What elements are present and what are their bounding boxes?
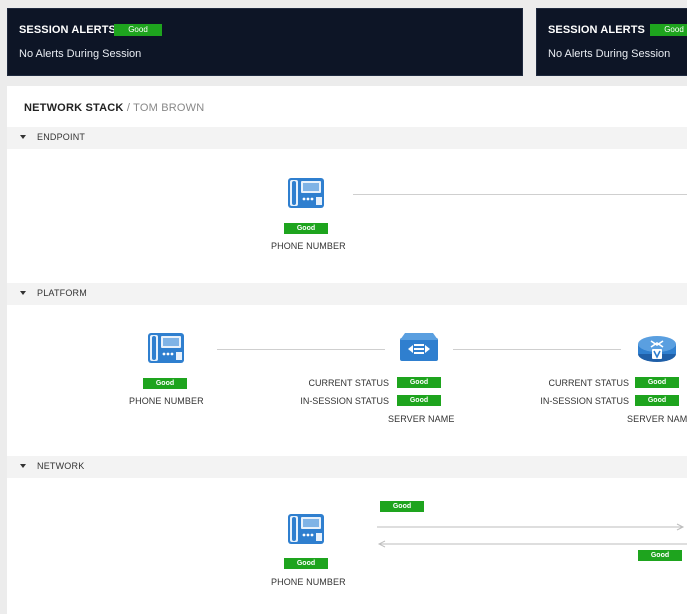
device-caption: PHONE NUMBER	[271, 577, 346, 587]
status-badge: Good	[650, 24, 687, 36]
session-alerts-title: SESSION ALERTS	[548, 24, 645, 36]
page-title-user: TOM BROWN	[133, 102, 205, 114]
current-status-label: CURRENT STATUS	[548, 378, 629, 388]
server-caption: SERVER NAME	[627, 414, 687, 424]
collapse-caret-icon	[20, 291, 26, 295]
section-header-endpoint[interactable]: ENDPOINT	[7, 127, 687, 149]
session-alerts-card: SESSION ALERTS Good No Alerts During Ses…	[536, 8, 687, 76]
network-stack-panel: NETWORK STACK / TOM BROWN ENDPOINT Good …	[7, 86, 687, 614]
server-icon[interactable]	[399, 332, 439, 367]
device-caption: PHONE NUMBER	[271, 241, 346, 251]
collapse-caret-icon	[20, 464, 26, 468]
status-badge: Good	[143, 378, 187, 389]
status-badge: Good	[114, 24, 162, 36]
status-badge: Good	[397, 395, 441, 406]
page-title-main: NETWORK STACK	[24, 102, 124, 114]
upstream-status-badge: Good	[380, 501, 424, 512]
session-alerts-message: No Alerts During Session	[548, 48, 671, 60]
server-caption: SERVER NAME	[388, 414, 455, 424]
ip-phone-icon[interactable]	[287, 513, 325, 550]
page-title-separator: /	[123, 102, 134, 114]
session-alerts-title: SESSION ALERTS	[19, 24, 116, 36]
current-status-label: CURRENT STATUS	[308, 378, 389, 388]
upstream-arrow	[377, 518, 687, 536]
session-alerts-card: SESSION ALERTS Good No Alerts During Ses…	[7, 8, 523, 76]
section-label: ENDPOINT	[37, 132, 86, 142]
status-badge: Good	[284, 558, 328, 569]
section-label: NETWORK	[37, 461, 85, 471]
section-header-network[interactable]: NETWORK	[7, 456, 687, 478]
status-badge: Good	[635, 395, 679, 406]
status-badge: Good	[635, 377, 679, 388]
connection-line	[353, 194, 687, 195]
collapse-caret-icon	[20, 135, 26, 139]
section-label: PLATFORM	[37, 288, 87, 298]
status-badge: Good	[397, 377, 441, 388]
ip-phone-icon[interactable]	[147, 332, 185, 369]
ip-phone-icon[interactable]	[287, 177, 325, 214]
connection-line	[217, 349, 385, 350]
device-caption: PHONE NUMBER	[129, 396, 204, 406]
status-badge: Good	[284, 223, 328, 234]
downstream-status-badge: Good	[638, 550, 682, 561]
in-session-status-label: IN-SESSION STATUS	[540, 396, 629, 406]
router-icon[interactable]	[637, 334, 677, 369]
session-alerts-message: No Alerts During Session	[19, 48, 142, 60]
page-title: NETWORK STACK / TOM BROWN	[24, 102, 204, 114]
connection-line	[453, 349, 621, 350]
section-header-platform[interactable]: PLATFORM	[7, 283, 687, 305]
in-session-status-label: IN-SESSION STATUS	[300, 396, 389, 406]
